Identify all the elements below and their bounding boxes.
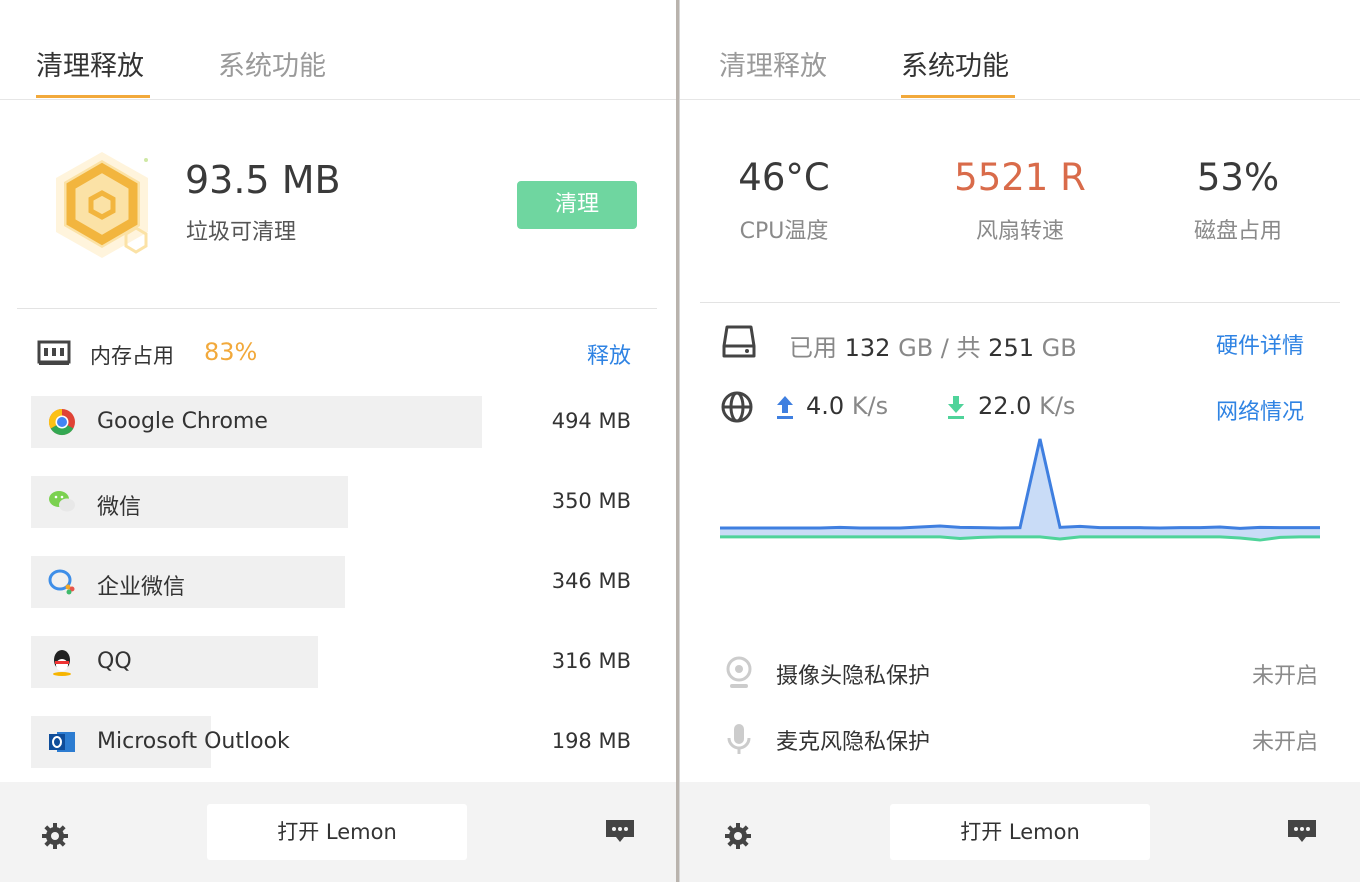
tab-system[interactable]: 系统功能 xyxy=(218,44,326,83)
process-memory: 350 MB xyxy=(551,489,631,513)
fan-speed-label: 风扇转速 xyxy=(975,219,1064,244)
process-row[interactable]: Google Chrome 494 MB xyxy=(31,396,641,448)
gear-icon[interactable] xyxy=(724,822,752,850)
microphone-privacy-status[interactable]: 未开启 xyxy=(1252,724,1318,756)
junk-size-value: 93.5 MB xyxy=(185,158,341,202)
hard-drive-icon xyxy=(722,325,756,358)
process-memory: 198 MB xyxy=(551,729,631,753)
process-row[interactable]: QQ 316 MB xyxy=(31,636,641,688)
process-usage-bar xyxy=(31,556,345,608)
junk-hexagon-icon xyxy=(56,152,148,258)
disk-usage-label: 磁盘占用 xyxy=(1193,219,1282,244)
process-memory: 316 MB xyxy=(551,649,631,673)
cpu-temperature-value: 46°C xyxy=(738,156,830,199)
process-memory: 346 MB xyxy=(551,569,631,593)
process-row[interactable]: 微信 350 MB xyxy=(31,476,641,528)
process-name: Google Chrome xyxy=(97,409,268,434)
footer-bar: 打开 Lemon xyxy=(0,782,676,882)
system-panel: 清理释放 系统功能 46°C CPU温度 5521 R 风扇转速 53% 磁盘占… xyxy=(679,0,1360,882)
chrome-icon xyxy=(48,408,75,436)
memory-usage-value: 83% xyxy=(204,338,258,366)
wecom-icon xyxy=(48,569,75,595)
microphone-icon xyxy=(727,724,751,754)
open-lemon-button[interactable]: 打开 Lemon xyxy=(890,804,1150,860)
download-series-line xyxy=(720,535,1320,542)
qq-icon xyxy=(53,650,71,676)
network-details-link[interactable]: 网络情况 xyxy=(1216,394,1304,426)
disk-usage-value: 53% xyxy=(1196,156,1280,199)
active-tab-indicator xyxy=(901,95,1015,98)
globe-icon xyxy=(721,391,753,423)
microphone-privacy-label: 麦克风隐私保护 xyxy=(776,730,931,755)
cpu-temperature-stat: 46°C CPU温度 xyxy=(684,156,884,245)
hardware-details-link[interactable]: 硬件详情 xyxy=(1216,328,1304,360)
tab-bar: 清理释放 系统功能 xyxy=(680,0,1360,100)
process-row[interactable]: 企业微信 346 MB xyxy=(31,556,641,608)
tab-system[interactable]: 系统功能 xyxy=(901,44,1009,83)
upload-series-line xyxy=(720,438,1320,530)
junk-size-label: 垃圾可清理 xyxy=(186,220,297,245)
tab-cleanup[interactable]: 清理释放 xyxy=(719,44,827,83)
process-name: Microsoft Outlook xyxy=(97,729,290,754)
upload-arrow-icon xyxy=(777,396,793,419)
network-traffic-chart xyxy=(720,438,1320,542)
process-name: 企业微信 xyxy=(97,575,186,600)
camera-icon xyxy=(726,656,752,688)
process-name: QQ xyxy=(97,649,132,674)
cpu-temperature-label: CPU温度 xyxy=(739,219,829,244)
open-lemon-button[interactable]: 打开 Lemon xyxy=(207,804,467,860)
fan-speed-value: 5521 R xyxy=(954,156,1086,199)
upload-speed: 4.0 K/s xyxy=(806,392,889,420)
disk-usage-stat: 53% 磁盘占用 xyxy=(1138,156,1338,245)
memory-usage-label: 内存占用 xyxy=(90,344,174,368)
cleanup-panel: 清理释放 系统功能 93.5 MB 垃圾可清理 清理 内存占用 83% 释放 G… xyxy=(0,0,676,882)
clean-button[interactable]: 清理 xyxy=(517,181,637,229)
footer-bar: 打开 Lemon xyxy=(680,782,1360,882)
section-divider xyxy=(17,308,657,309)
tab-cleanup[interactable]: 清理释放 xyxy=(36,44,144,83)
camera-privacy-label: 摄像头隐私保护 xyxy=(776,664,931,689)
download-arrow-icon xyxy=(948,396,964,419)
process-memory: 494 MB xyxy=(551,409,631,433)
wechat-icon xyxy=(49,491,75,512)
active-tab-indicator xyxy=(36,95,150,98)
process-name: 微信 xyxy=(97,495,142,520)
process-usage-bar xyxy=(31,476,348,528)
camera-privacy-status[interactable]: 未开启 xyxy=(1252,658,1318,690)
fan-speed-stat: 5521 R 风扇转速 xyxy=(920,156,1120,245)
feedback-chat-icon[interactable] xyxy=(1287,818,1317,846)
outlook-icon xyxy=(49,732,75,752)
feedback-chat-icon[interactable] xyxy=(605,818,635,846)
process-row[interactable]: Microsoft Outlook 198 MB xyxy=(31,716,641,768)
section-divider xyxy=(700,302,1340,303)
gear-icon[interactable] xyxy=(41,822,69,850)
download-speed: 22.0 K/s xyxy=(978,392,1076,420)
release-memory-link[interactable]: 释放 xyxy=(587,338,631,370)
tab-bar: 清理释放 系统功能 xyxy=(0,0,676,100)
disk-usage-summary: 已用 132 GB / 共 251 GB xyxy=(789,334,1077,362)
memory-chip-icon xyxy=(37,340,71,365)
